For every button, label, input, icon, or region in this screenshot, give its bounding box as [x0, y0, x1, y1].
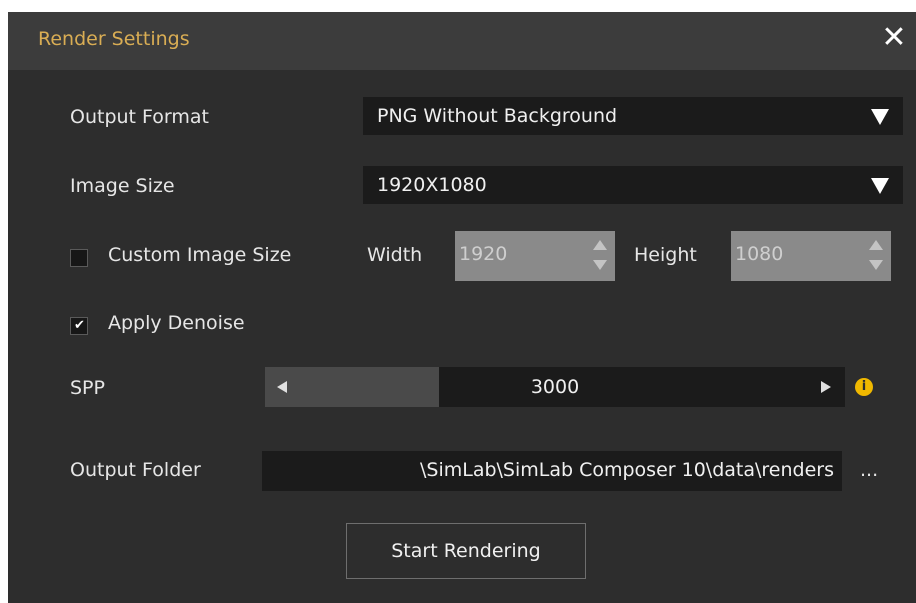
image-size-dropdown[interactable]: 1920X1080 [363, 166, 903, 204]
browse-folder-button[interactable]: ... [860, 459, 878, 481]
dropdown-arrow-icon [871, 178, 889, 194]
render-settings-dialog: Render Settings ✕ Output Format PNG With… [8, 12, 916, 603]
custom-image-size-checkbox[interactable] [70, 249, 88, 267]
output-folder-label: Output Folder [70, 459, 201, 481]
height-spinbox[interactable]: 1080 [731, 231, 891, 281]
spin-up-icon[interactable] [869, 240, 883, 250]
output-format-dropdown[interactable]: PNG Without Background [363, 97, 903, 135]
title-bar: Render Settings ✕ [8, 12, 916, 70]
output-format-value: PNG Without Background [377, 105, 618, 127]
apply-denoise-checkbox[interactable]: ✔ [70, 317, 88, 335]
output-format-label: Output Format [70, 106, 209, 128]
height-value: 1080 [735, 243, 784, 265]
width-value: 1920 [459, 243, 508, 265]
slider-right-arrow-icon[interactable] [821, 381, 831, 393]
output-folder-path: \SimLab\SimLab Composer 10\data\renders [419, 459, 834, 481]
spin-up-icon[interactable] [593, 240, 607, 250]
check-icon: ✔ [74, 318, 85, 333]
spin-down-icon[interactable] [593, 260, 607, 270]
width-label: Width [367, 244, 423, 266]
spp-label: SPP [70, 377, 105, 399]
dialog-title: Render Settings [38, 28, 190, 50]
output-folder-path-field[interactable]: \SimLab\SimLab Composer 10\data\renders [262, 451, 842, 491]
image-size-value: 1920X1080 [377, 174, 487, 196]
spp-slider[interactable]: 3000 [265, 367, 845, 407]
apply-denoise-label: Apply Denoise [108, 312, 245, 334]
image-size-label: Image Size [70, 175, 175, 197]
width-spinbox[interactable]: 1920 [455, 231, 615, 281]
start-rendering-button[interactable]: Start Rendering [346, 523, 586, 579]
spin-down-icon[interactable] [869, 260, 883, 270]
info-icon[interactable]: i [855, 378, 873, 396]
dropdown-arrow-icon [871, 109, 889, 125]
custom-image-size-label: Custom Image Size [108, 244, 292, 266]
height-label: Height [634, 244, 697, 266]
close-icon[interactable]: ✕ [878, 22, 910, 54]
spp-value: 3000 [530, 376, 580, 398]
